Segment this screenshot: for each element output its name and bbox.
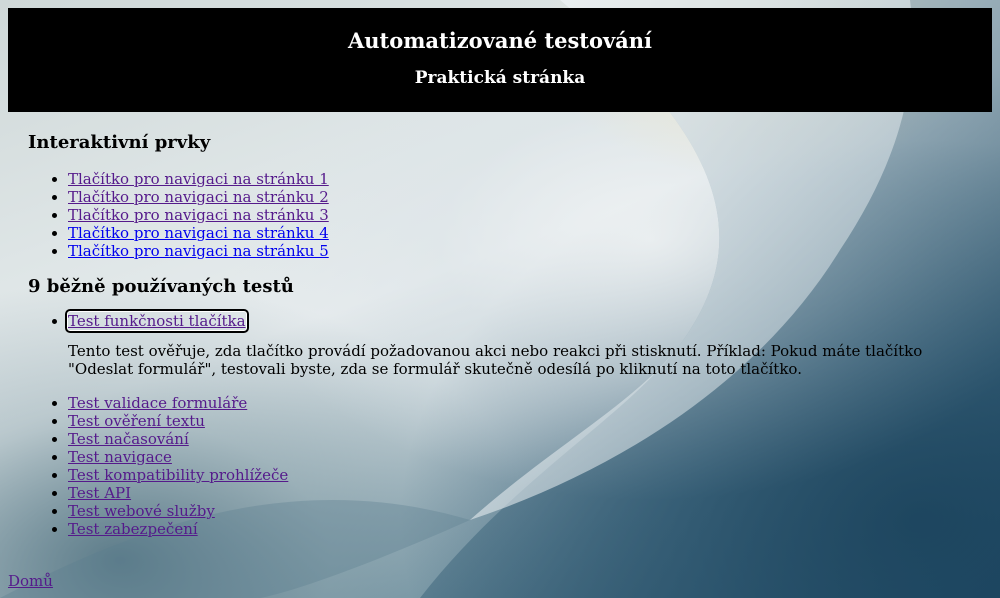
test-link-api[interactable]: Test API [68,484,131,502]
test-link-button-functionality[interactable]: Test funkčnosti tlačítka [65,309,249,333]
nav-link-page-1[interactable]: Tlačítko pro navigaci na stránku 1 [68,170,329,188]
nav-link-page-3[interactable]: Tlačítko pro navigaci na stránku 3 [68,206,329,224]
tests-list: Test validace formuláře Test ověření tex… [28,394,968,538]
test-link-timing[interactable]: Test načasování [68,430,189,448]
page-subtitle: Praktická stránka [414,68,586,88]
list-item: Test API [68,484,968,502]
test-link-security[interactable]: Test zabezpečení [68,520,198,538]
tests-list-expanded: Test funkčnosti tlačítka [28,309,968,333]
tests-heading: 9 běžně používaných testů [28,276,294,297]
tests-section: 9 běžně používaných testů Test funkčnost… [28,274,968,538]
list-item: Tlačítko pro navigaci na stránku 1 [68,170,968,188]
list-item: Test načasování [68,430,968,448]
list-item: Test webové služby [68,502,968,520]
test-link-web-service[interactable]: Test webové služby [68,502,215,520]
list-item: Test navigace [68,448,968,466]
test-link-text-verification[interactable]: Test ověření textu [68,412,205,430]
list-item: Test kompatibility prohlížeče [68,466,968,484]
test-link-navigation[interactable]: Test navigace [68,448,172,466]
interactive-heading: Interaktivní prvky [28,132,211,153]
home-link[interactable]: Domů [8,572,53,590]
list-item: Tlačítko pro navigaci na stránku 4 [68,224,968,242]
nav-link-page-2[interactable]: Tlačítko pro navigaci na stránku 2 [68,188,329,206]
list-item: Test validace formuláře [68,394,968,412]
interactive-list: Tlačítko pro navigaci na stránku 1 Tlačí… [28,170,968,260]
list-item: Test ověření textu [68,412,968,430]
list-item: Tlačítko pro navigaci na stránku 2 [68,188,968,206]
nav-link-page-5[interactable]: Tlačítko pro navigaci na stránku 5 [68,242,329,260]
page-header: Automatizované testování Praktická strán… [8,8,992,112]
test-link-browser-compatibility[interactable]: Test kompatibility prohlížeče [68,466,288,484]
list-item: Tlačítko pro navigaci na stránku 3 [68,206,968,224]
page-title: Automatizované testování [347,28,653,53]
list-item: Tlačítko pro navigaci na stránku 5 [68,242,968,260]
nav-link-page-4[interactable]: Tlačítko pro navigaci na stránku 4 [68,224,329,242]
test-description: Tento test ověřuje, zda tlačítko provádí… [68,342,923,378]
main-content: Interaktivní prvky Tlačítko pro navigaci… [28,130,968,538]
test-link-form-validation[interactable]: Test validace formuláře [68,394,247,412]
list-item: Test zabezpečení [68,520,968,538]
list-item: Test funkčnosti tlačítka [65,309,968,333]
interactive-section: Interaktivní prvky Tlačítko pro navigaci… [28,130,968,260]
